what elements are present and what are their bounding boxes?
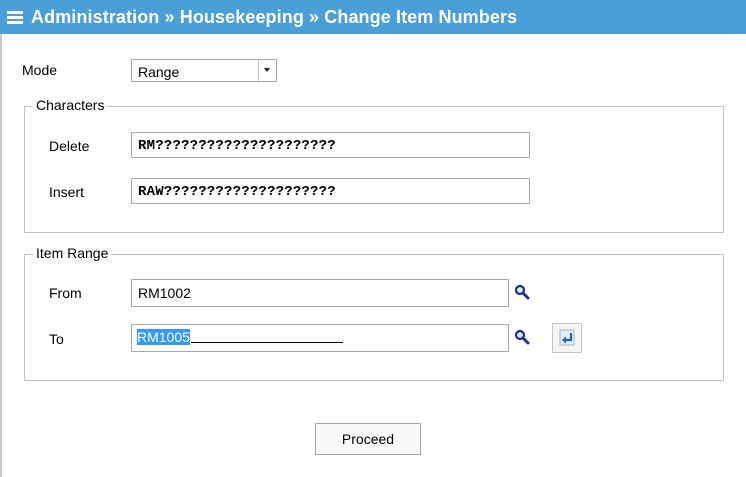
from-field[interactable]: RM1002 bbox=[131, 279, 509, 307]
delete-label: Delete bbox=[49, 138, 90, 154]
refresh-icon bbox=[559, 329, 575, 346]
characters-legend: Characters bbox=[33, 97, 108, 113]
refresh-button[interactable] bbox=[552, 323, 582, 353]
delete-field[interactable]: RM????????????????????? bbox=[131, 132, 530, 158]
chevron-down-icon[interactable] bbox=[258, 60, 276, 81]
from-value: RM1002 bbox=[138, 285, 191, 301]
characters-group: Characters bbox=[24, 97, 724, 233]
to-lookup-magnifier-icon[interactable] bbox=[514, 329, 530, 345]
item-range-group: Item Range bbox=[24, 245, 724, 381]
title-bar: Administration » Housekeeping » Change I… bbox=[0, 0, 746, 34]
mode-selected-value: Range bbox=[138, 64, 180, 80]
mode-select[interactable]: Range bbox=[131, 59, 277, 82]
to-field[interactable]: RM1005 bbox=[131, 324, 509, 352]
item-range-legend: Item Range bbox=[33, 245, 112, 261]
insert-field[interactable]: RAW???????????????????? bbox=[131, 178, 530, 204]
from-lookup-magnifier-icon[interactable] bbox=[514, 284, 530, 300]
proceed-button[interactable]: Proceed bbox=[315, 423, 421, 455]
mode-label: Mode bbox=[22, 62, 58, 78]
insert-label: Insert bbox=[49, 184, 85, 200]
to-selected-value: RM1005 bbox=[137, 329, 190, 345]
insert-value: RAW???????????????????? bbox=[138, 184, 336, 200]
to-label: To bbox=[49, 331, 64, 347]
to-mask-placeholder bbox=[190, 341, 343, 343]
left-border bbox=[0, 34, 2, 477]
to-masked-value: RM1005 bbox=[137, 329, 343, 345]
hamburger-menu-icon[interactable] bbox=[7, 10, 23, 24]
delete-value: RM????????????????????? bbox=[138, 138, 336, 154]
page-title: Administration » Housekeeping » Change I… bbox=[31, 6, 518, 27]
from-label: From bbox=[49, 285, 82, 301]
